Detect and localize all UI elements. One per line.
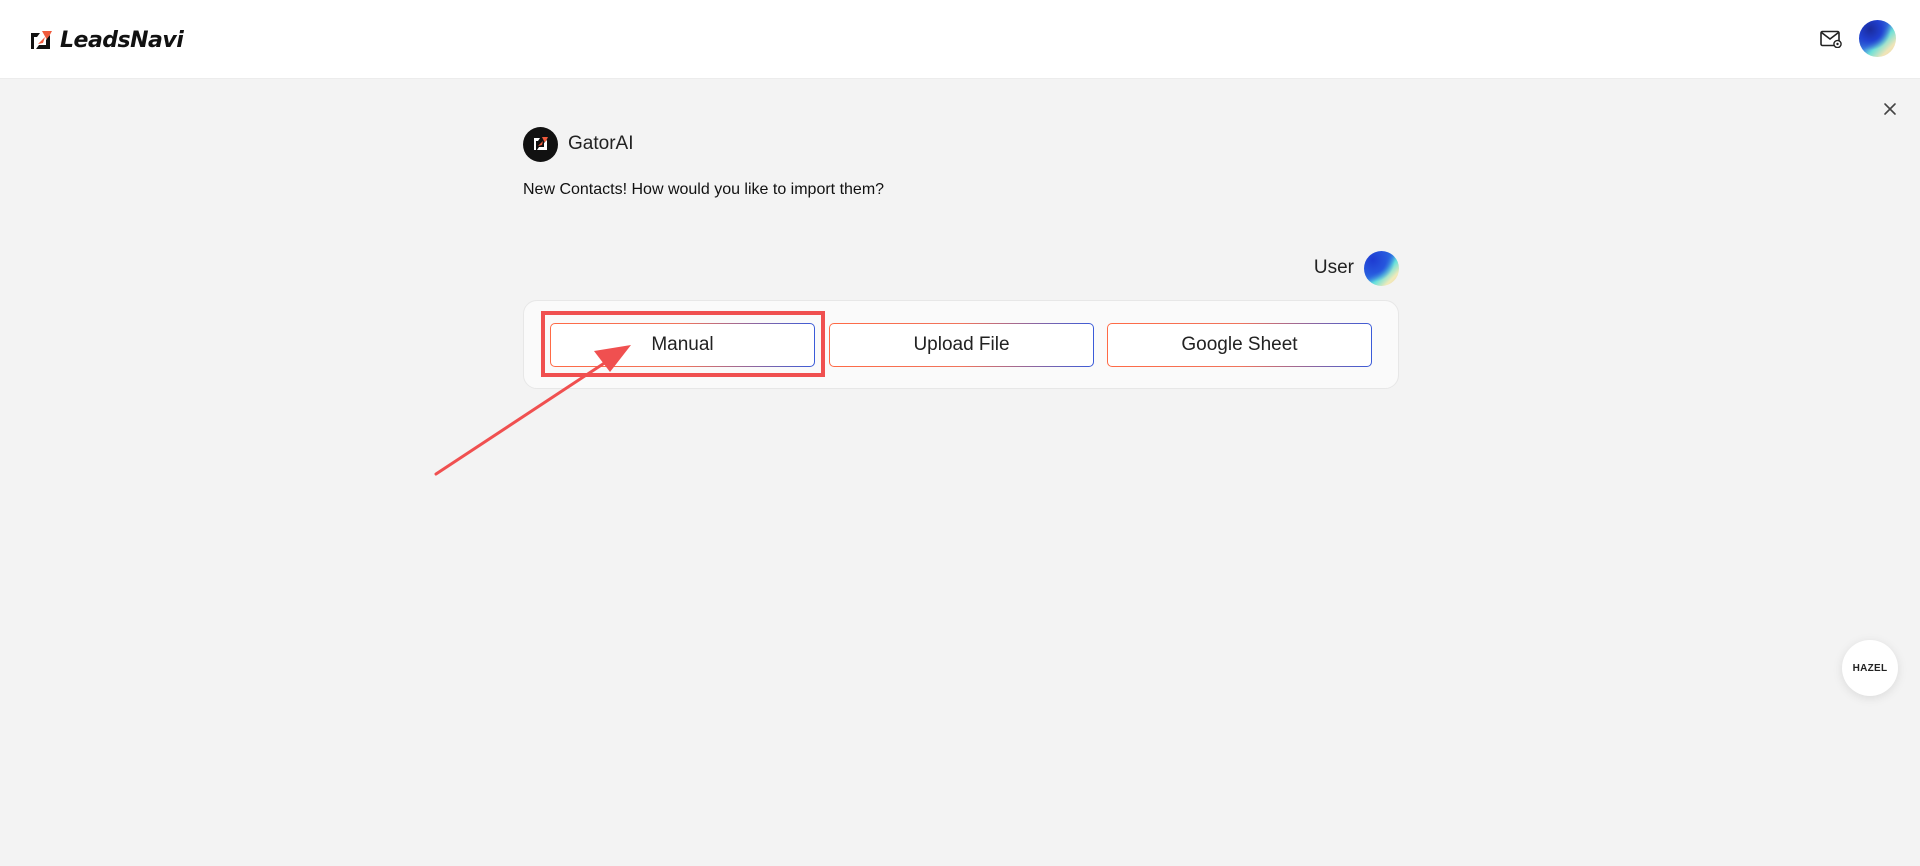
upload-file-button[interactable]: Upload File	[829, 323, 1094, 367]
app-logo[interactable]: LeadsNavi	[28, 24, 184, 56]
google-sheet-button[interactable]: Google Sheet	[1107, 323, 1372, 367]
bot-message: New Contacts! How would you like to impo…	[523, 181, 885, 198]
user-avatar	[1364, 250, 1399, 286]
bot-name: GatorAI	[568, 133, 634, 154]
annotation-arrow	[434, 345, 631, 476]
user-header: User	[1310, 250, 1399, 286]
gatorai-avatar	[523, 126, 558, 162]
close-button[interactable]	[1879, 98, 1901, 120]
app-name: LeadsNavi	[60, 27, 184, 53]
manual-import-button[interactable]: Manual	[550, 323, 815, 367]
bot-header: GatorAI	[523, 126, 633, 162]
hazel-assistant-button[interactable]: HAZEL	[1842, 640, 1898, 696]
gatorai-logo-icon	[533, 137, 548, 150]
user-label: User	[1313, 257, 1354, 278]
mail-settings-button[interactable]	[1818, 27, 1844, 51]
leadsnavi-logo-icon	[31, 31, 52, 49]
close-icon	[1884, 103, 1896, 115]
top-bar: LeadsNavi	[0, 0, 1920, 79]
mail-settings-icon	[1820, 30, 1842, 48]
profile-avatar[interactable]	[1859, 20, 1896, 57]
